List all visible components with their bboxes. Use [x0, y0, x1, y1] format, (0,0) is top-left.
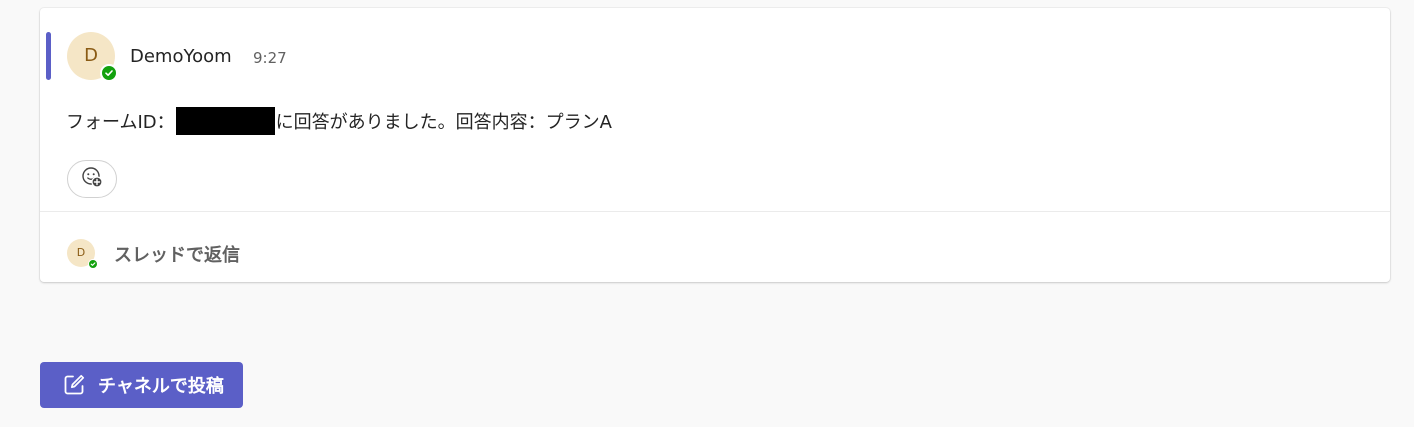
- post-in-channel-button[interactable]: チャネルで投稿: [40, 362, 243, 408]
- post-in-channel-label: チャネルで投稿: [98, 376, 224, 397]
- reply-in-thread-button[interactable]: スレッドで返信: [114, 241, 240, 267]
- message-card: D DemoYoom 9:27 フォームID： に回答がありました。回答内容：プ…: [40, 8, 1390, 282]
- reply-avatar: D: [67, 239, 98, 269]
- presence-available-icon: [100, 64, 118, 82]
- author-avatar[interactable]: D: [67, 32, 118, 82]
- redacted-form-id: [175, 107, 275, 135]
- message-timestamp: 9:27: [253, 49, 287, 67]
- message-accent-bar: [46, 32, 51, 80]
- compose-icon: [62, 373, 86, 397]
- message-text-after: に回答がありました。回答内容：プランA: [275, 112, 612, 133]
- author-avatar-initial: D: [84, 45, 98, 66]
- message-author[interactable]: DemoYoom: [130, 46, 232, 67]
- add-reaction-button[interactable]: [67, 160, 117, 198]
- message-text-before: フォームID：: [66, 112, 175, 133]
- message-body: フォームID： に回答がありました。回答内容：プランA: [66, 107, 612, 135]
- card-divider: [40, 211, 1390, 212]
- presence-available-icon: [88, 259, 98, 269]
- reply-avatar-initial: D: [76, 246, 86, 259]
- add-reaction-icon: [81, 166, 103, 192]
